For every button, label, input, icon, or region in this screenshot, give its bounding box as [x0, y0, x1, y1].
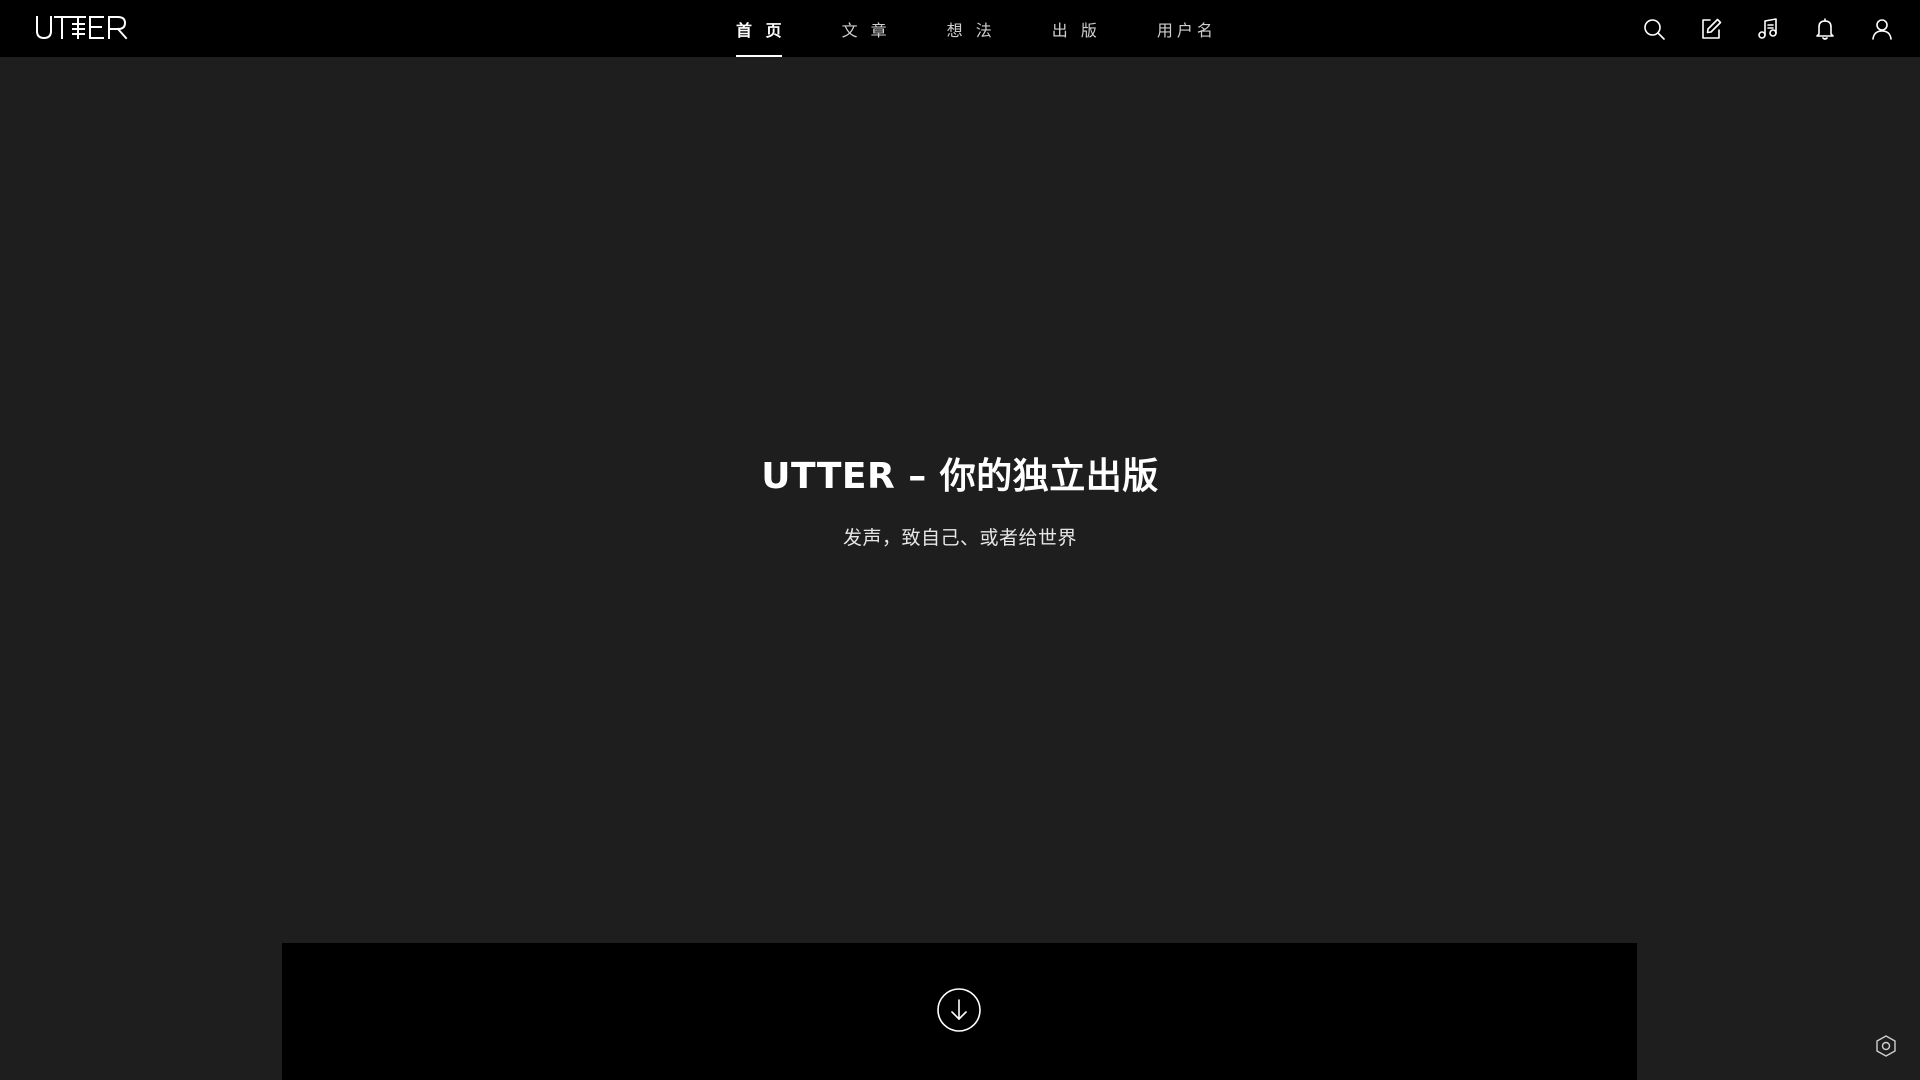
page: 首 页 文 章 想 法 出 版 用户名 UTTER – 你的独立出版 发声，致自… [0, 0, 1920, 1080]
profile-button[interactable] [1866, 13, 1898, 45]
music-icon [1758, 17, 1777, 39]
scroll-down-button[interactable] [937, 988, 981, 1032]
bell-icon [1816, 17, 1834, 40]
hero-section: UTTER – 你的独立出版 发声，致自己、或者给世界 [0, 57, 1920, 943]
search-button[interactable] [1638, 13, 1670, 45]
nav-home[interactable]: 首 页 [736, 0, 786, 57]
floating-settings-button[interactable] [1874, 1034, 1898, 1058]
utter-logo-mark [36, 16, 128, 40]
music-button[interactable] [1752, 13, 1784, 45]
hero-subtitle: 发声，致自己、或者给世界 [842, 527, 1077, 549]
content-panel [282, 943, 1637, 1080]
top-navigation-bar: 首 页 文 章 想 法 出 版 用户名 [0, 0, 1920, 57]
arrow-down-circle-icon [937, 988, 981, 1032]
edit-icon [1702, 18, 1722, 39]
utter-logo[interactable] [35, 13, 141, 43]
nav-publish[interactable]: 出 版 [1052, 0, 1101, 57]
main-nav: 首 页 文 章 想 法 出 版 用户名 [736, 0, 1273, 57]
nav-ideas[interactable]: 想 法 [947, 0, 996, 57]
nav-articles[interactable]: 文 章 [842, 0, 891, 57]
header-actions [1613, 0, 1898, 57]
user-icon [1872, 18, 1892, 40]
hexagon-settings-icon [1876, 1035, 1896, 1057]
hero-title: UTTER – 你的独立出版 [761, 456, 1159, 497]
nav-username[interactable]: 用户名 [1157, 0, 1217, 57]
search-icon [1644, 18, 1665, 40]
write-button[interactable] [1695, 13, 1727, 45]
notifications-button[interactable] [1809, 13, 1841, 45]
